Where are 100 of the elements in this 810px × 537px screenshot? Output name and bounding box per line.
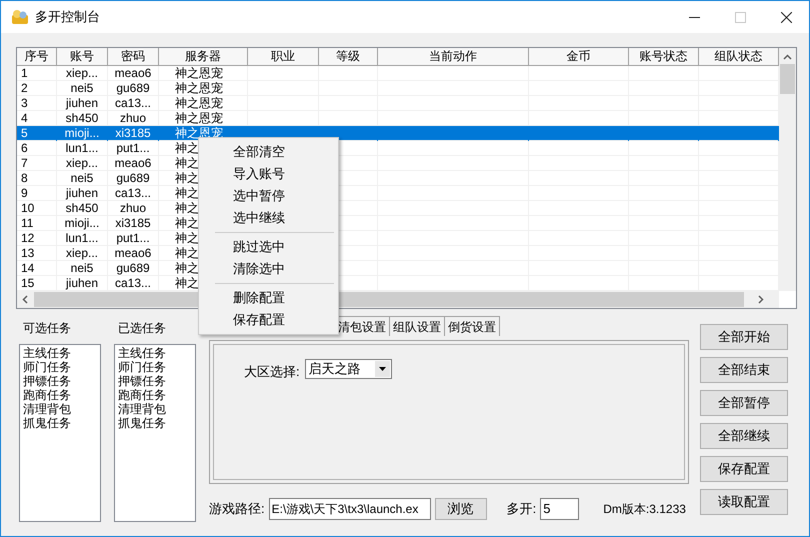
- close-icon: [780, 12, 792, 22]
- maximize-icon: [734, 12, 746, 22]
- table-cell: zhuo: [120, 111, 146, 125]
- browse-button[interactable]: 浏览: [434, 498, 487, 520]
- column-header[interactable]: 组队状态: [699, 48, 779, 66]
- action-button[interactable]: 全部继续: [700, 423, 788, 449]
- version-label: Dm版本:3.1233: [603, 501, 686, 518]
- column-header[interactable]: 职业: [248, 48, 319, 66]
- list-item[interactable]: 抓鬼任务: [118, 416, 166, 430]
- list-item[interactable]: 押镖任务: [118, 374, 166, 388]
- action-button[interactable]: 读取配置: [700, 489, 788, 515]
- table-cell: 15: [21, 276, 34, 290]
- table-cell: 2: [21, 81, 28, 95]
- table-cell: 神之: [175, 231, 199, 245]
- list-item[interactable]: 主线任务: [23, 346, 71, 360]
- table-row[interactable]: 3 jiuhen ca13... 神之恩宠: [17, 96, 779, 111]
- table-cell: 10: [21, 201, 34, 215]
- table-cell: ca13...: [114, 276, 152, 290]
- action-button[interactable]: 保存配置: [700, 456, 788, 482]
- list-item[interactable]: 押镖任务: [23, 374, 71, 388]
- column-header[interactable]: 当前动作: [378, 48, 529, 66]
- table-cell: ca13...: [114, 96, 152, 110]
- table-cell: 神之恩宠: [175, 66, 223, 80]
- table-cell: 神之恩宠: [175, 96, 223, 110]
- table-cell: 神之: [175, 156, 199, 170]
- table-cell: 神之: [175, 276, 199, 290]
- list-item[interactable]: 跑商任务: [23, 388, 71, 402]
- available-task-list[interactable]: 主线任务 师门任务 押镖任务 跑商任务 清理背包 抓鬼任务: [19, 344, 101, 522]
- list-item[interactable]: 跑商任务: [118, 388, 166, 402]
- table-cell: put1...: [116, 231, 150, 245]
- tab[interactable]: 组队设置: [390, 316, 445, 336]
- column-header[interactable]: 密码: [108, 48, 159, 66]
- action-button[interactable]: 全部暂停: [700, 390, 788, 416]
- tab[interactable]: 倒货设置: [445, 316, 500, 336]
- table-cell: jiuhen: [66, 276, 98, 290]
- column-header[interactable]: 序号: [17, 48, 57, 66]
- scroll-left-icon: [22, 295, 28, 304]
- table-cell: xi3185: [115, 126, 151, 140]
- table-cell: xiep...: [66, 66, 98, 80]
- table-cell: nei5: [70, 81, 94, 95]
- table-cell: jiuhen: [66, 186, 98, 200]
- window-title: 多开控制台: [35, 8, 100, 26]
- table-cell: 4: [21, 111, 28, 125]
- table-cell: xiep...: [66, 246, 98, 260]
- table-cell: lun1...: [66, 141, 98, 155]
- table-cell: gu689: [116, 261, 150, 275]
- table-cell: lun1...: [66, 231, 98, 245]
- multi-open-label: 多开:: [506, 500, 536, 518]
- table-cell: xi3185: [115, 216, 151, 230]
- table-cell: 1: [21, 66, 28, 80]
- menu-item[interactable]: 保存配置: [199, 309, 338, 331]
- table-cell: mioji...: [64, 216, 100, 230]
- table-cell: 神之恩宠: [175, 111, 223, 125]
- table-cell: 9: [21, 186, 28, 200]
- action-button[interactable]: 全部结束: [700, 357, 788, 383]
- table-cell: gu689: [116, 171, 150, 185]
- table-cell: zhuo: [120, 201, 146, 215]
- column-header[interactable]: 等级: [319, 48, 378, 66]
- list-item[interactable]: 清理背包: [118, 402, 166, 416]
- multi-open-field[interactable]: 5: [540, 498, 580, 520]
- list-item[interactable]: 师门任务: [23, 360, 71, 374]
- scroll-right-icon: [758, 295, 764, 304]
- column-header[interactable]: 服务器: [159, 48, 248, 66]
- list-label: 已选任务: [118, 320, 167, 337]
- table-cell: 神之: [175, 261, 199, 275]
- table-cell: 神之: [175, 141, 199, 155]
- table-cell: 神之: [175, 246, 199, 260]
- table-row[interactable]: 2 nei5 gu689 神之恩宠: [17, 81, 779, 96]
- game-path-field[interactable]: E:\游戏\天下3\tx3\launch.ex: [268, 498, 431, 520]
- column-header[interactable]: 账号状态: [629, 48, 699, 66]
- table-cell: nei5: [70, 171, 94, 185]
- action-button[interactable]: 全部开始: [700, 324, 788, 350]
- selected-task-list[interactable]: 主线任务 师门任务 押镖任务 跑商任务 清理背包 抓鬼任务: [114, 344, 196, 522]
- table-cell: mioji...: [64, 126, 100, 140]
- list-item[interactable]: 清理背包: [23, 402, 71, 416]
- table-cell: 5: [21, 126, 28, 140]
- table-cell: sh450: [66, 201, 98, 215]
- table-row[interactable]: 1 xiep... meao6 神之恩宠: [17, 66, 779, 81]
- table-cell: 6: [21, 141, 28, 155]
- app-icon: [11, 9, 29, 25]
- list-item[interactable]: 师门任务: [118, 360, 166, 374]
- table-cell: meao6: [114, 246, 152, 260]
- table-cell: 3: [21, 96, 28, 110]
- scroll-thumb[interactable]: [780, 64, 795, 94]
- vertical-scrollbar[interactable]: [779, 48, 796, 291]
- column-header[interactable]: 金币: [529, 48, 629, 66]
- column-header[interactable]: 账号: [57, 48, 108, 66]
- region-dropdown[interactable]: 启天之路: [304, 359, 392, 379]
- table-cell: sh450: [66, 111, 98, 125]
- table-cell: 神之: [175, 216, 199, 230]
- table-cell: 8: [21, 171, 28, 185]
- game-path-label: 游戏路径:: [209, 500, 265, 518]
- table-cell: 神之恩宠: [175, 81, 223, 95]
- table-cell: gu689: [116, 81, 150, 95]
- region-label: 大区选择:: [244, 363, 300, 381]
- list-item[interactable]: 主线任务: [118, 346, 166, 360]
- list-item[interactable]: 抓鬼任务: [23, 416, 71, 430]
- table-cell: meao6: [114, 66, 152, 80]
- table-cell: meao6: [114, 156, 152, 170]
- scroll-up-icon: [783, 54, 792, 60]
